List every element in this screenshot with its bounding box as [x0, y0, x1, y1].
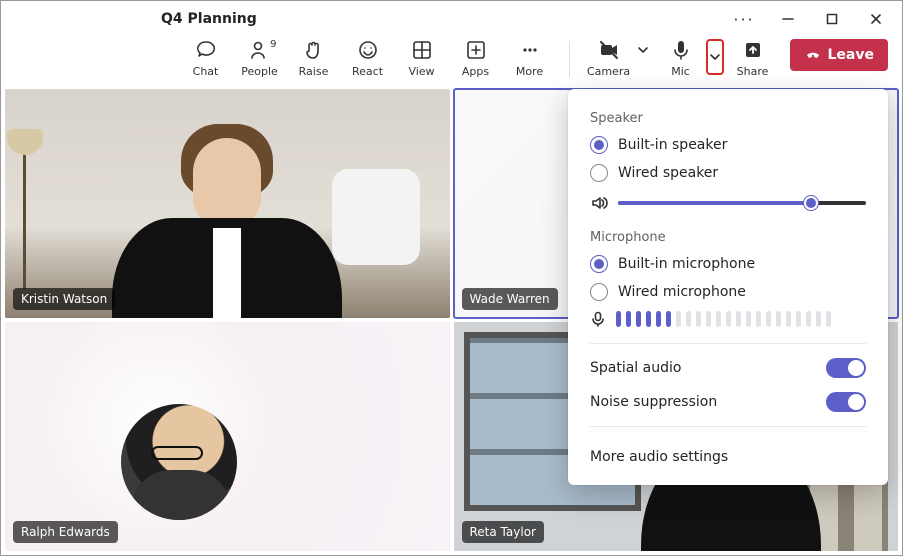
leave-button[interactable]: Leave	[790, 39, 888, 71]
people-button[interactable]: 9 People	[235, 37, 285, 78]
leave-label: Leave	[828, 47, 874, 63]
speaker-option-builtin[interactable]: Built-in speaker	[590, 136, 866, 154]
more-icon	[519, 39, 541, 61]
apps-icon	[465, 39, 487, 61]
spatial-audio-label: Spatial audio	[590, 360, 681, 376]
camera-options-button[interactable]	[634, 39, 652, 61]
more-audio-settings-link[interactable]: More audio settings	[590, 439, 866, 469]
divider	[590, 426, 866, 427]
mic-level-meter	[616, 311, 831, 327]
window-close-button[interactable]	[854, 4, 898, 34]
view-icon	[411, 39, 433, 61]
spatial-audio-toggle[interactable]	[826, 358, 866, 378]
audio-settings-panel: Speaker Built-in speaker Wired speaker M…	[568, 89, 888, 485]
camera-label: Camera	[587, 65, 630, 78]
speaker-option-wired[interactable]: Wired speaker	[590, 164, 866, 182]
window-maximize-button[interactable]	[810, 4, 854, 34]
raise-hand-icon	[303, 39, 325, 61]
more-button[interactable]: More	[505, 37, 555, 78]
microphone-section-label: Microphone	[590, 230, 866, 245]
speaker-section-label: Speaker	[590, 111, 866, 126]
window-more-button[interactable]: ···	[722, 4, 766, 34]
camera-off-icon	[598, 39, 620, 61]
noise-suppression-label: Noise suppression	[590, 394, 717, 410]
meeting-toolbar: Chat 9 People Raise React View Apps	[1, 37, 902, 89]
microphone-option-label: Built-in microphone	[618, 256, 755, 272]
avatar	[121, 404, 237, 520]
chat-label: Chat	[193, 65, 219, 78]
people-label: People	[241, 65, 278, 78]
react-button[interactable]: React	[343, 37, 393, 78]
divider	[590, 343, 866, 344]
microphone-option-wired[interactable]: Wired microphone	[590, 283, 866, 301]
microphone-option-builtin[interactable]: Built-in microphone	[590, 255, 866, 273]
mic-label: Mic	[671, 65, 690, 78]
mic-options-button[interactable]	[706, 39, 724, 75]
participant-name: Ralph Edwards	[13, 521, 118, 543]
noise-suppression-toggle[interactable]	[826, 392, 866, 412]
microphone-option-label: Wired microphone	[618, 284, 746, 300]
speaker-option-label: Wired speaker	[618, 165, 718, 181]
raise-button[interactable]: Raise	[289, 37, 339, 78]
radio-unselected-icon	[590, 283, 608, 301]
mic-icon	[670, 39, 692, 61]
participant-name: Kristin Watson	[13, 288, 115, 310]
participant-name: Reta Taylor	[462, 521, 544, 543]
chat-button[interactable]: Chat	[181, 37, 231, 78]
meeting-title: Q4 Planning	[161, 11, 257, 27]
volume-icon	[590, 194, 608, 212]
share-icon	[742, 39, 764, 61]
mic-button[interactable]: Mic	[656, 37, 706, 78]
microphone-icon	[590, 311, 606, 327]
volume-slider[interactable]	[618, 201, 866, 205]
camera-button[interactable]: Camera	[584, 37, 634, 78]
share-button[interactable]: Share	[728, 37, 778, 78]
apps-label: Apps	[462, 65, 489, 78]
view-label: View	[408, 65, 434, 78]
people-count: 9	[270, 39, 276, 50]
apps-button[interactable]: Apps	[451, 37, 501, 78]
radio-selected-icon	[590, 255, 608, 273]
window-minimize-button[interactable]	[766, 4, 810, 34]
participant-name: Wade Warren	[462, 288, 558, 310]
raise-label: Raise	[299, 65, 329, 78]
more-label: More	[516, 65, 543, 78]
toolbar-separator	[569, 41, 570, 77]
speaker-option-label: Built-in speaker	[618, 137, 727, 153]
share-label: Share	[737, 65, 769, 78]
people-icon: 9	[249, 39, 271, 61]
react-label: React	[352, 65, 383, 78]
participant-tile[interactable]: Ralph Edwards	[5, 322, 450, 551]
radio-unselected-icon	[590, 164, 608, 182]
react-icon	[357, 39, 379, 61]
participant-tile[interactable]: Kristin Watson	[5, 89, 450, 318]
chat-icon	[195, 39, 217, 61]
titlebar: Q4 Planning ···	[1, 1, 902, 37]
view-button[interactable]: View	[397, 37, 447, 78]
leave-icon	[804, 46, 822, 64]
radio-selected-icon	[590, 136, 608, 154]
